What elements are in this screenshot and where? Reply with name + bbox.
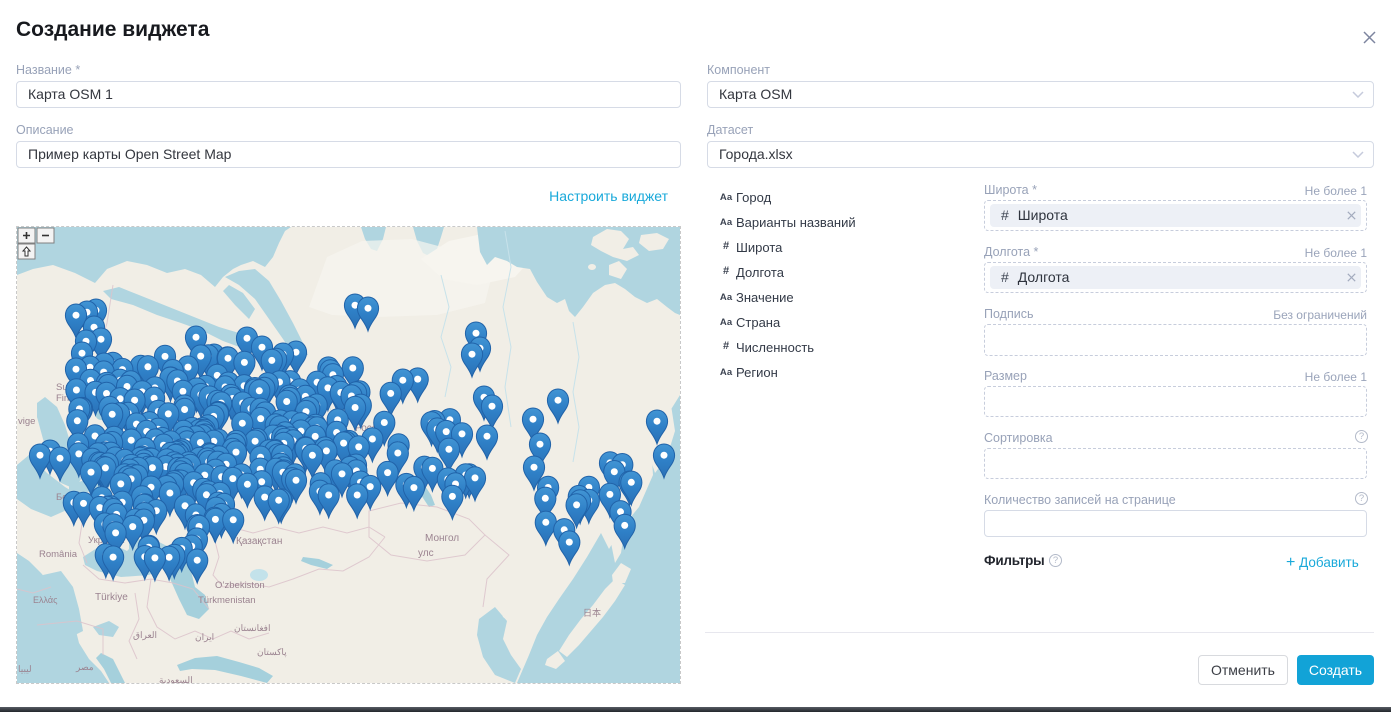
svg-text:vige: vige — [18, 416, 35, 427]
svg-text:Қазақстан: Қазақстан — [236, 536, 282, 547]
svg-text:پاکستان: پاکستان — [257, 647, 287, 658]
svg-text:ليبيا: ليبيا — [18, 664, 32, 674]
svg-text:日本: 日本 — [583, 607, 601, 618]
svg-text:السعودية: السعودية — [159, 675, 193, 683]
svg-text:Монгол: Монгол — [425, 533, 459, 544]
svg-text:Türkmenistan: Türkmenistan — [198, 595, 256, 606]
svg-text:O’zbekiston: O’zbekiston — [215, 580, 265, 591]
svg-text:ایران: ایران — [195, 632, 214, 643]
svg-text:افغانستان: افغانستان — [234, 623, 271, 633]
svg-text:مصر: مصر — [75, 662, 94, 673]
svg-text:România: România — [39, 549, 78, 560]
svg-text:Türkiye: Türkiye — [95, 592, 128, 603]
svg-text:улс: улс — [418, 548, 434, 559]
svg-text:Ελλάς: Ελλάς — [33, 595, 58, 605]
svg-text:العراق: العراق — [133, 630, 157, 641]
